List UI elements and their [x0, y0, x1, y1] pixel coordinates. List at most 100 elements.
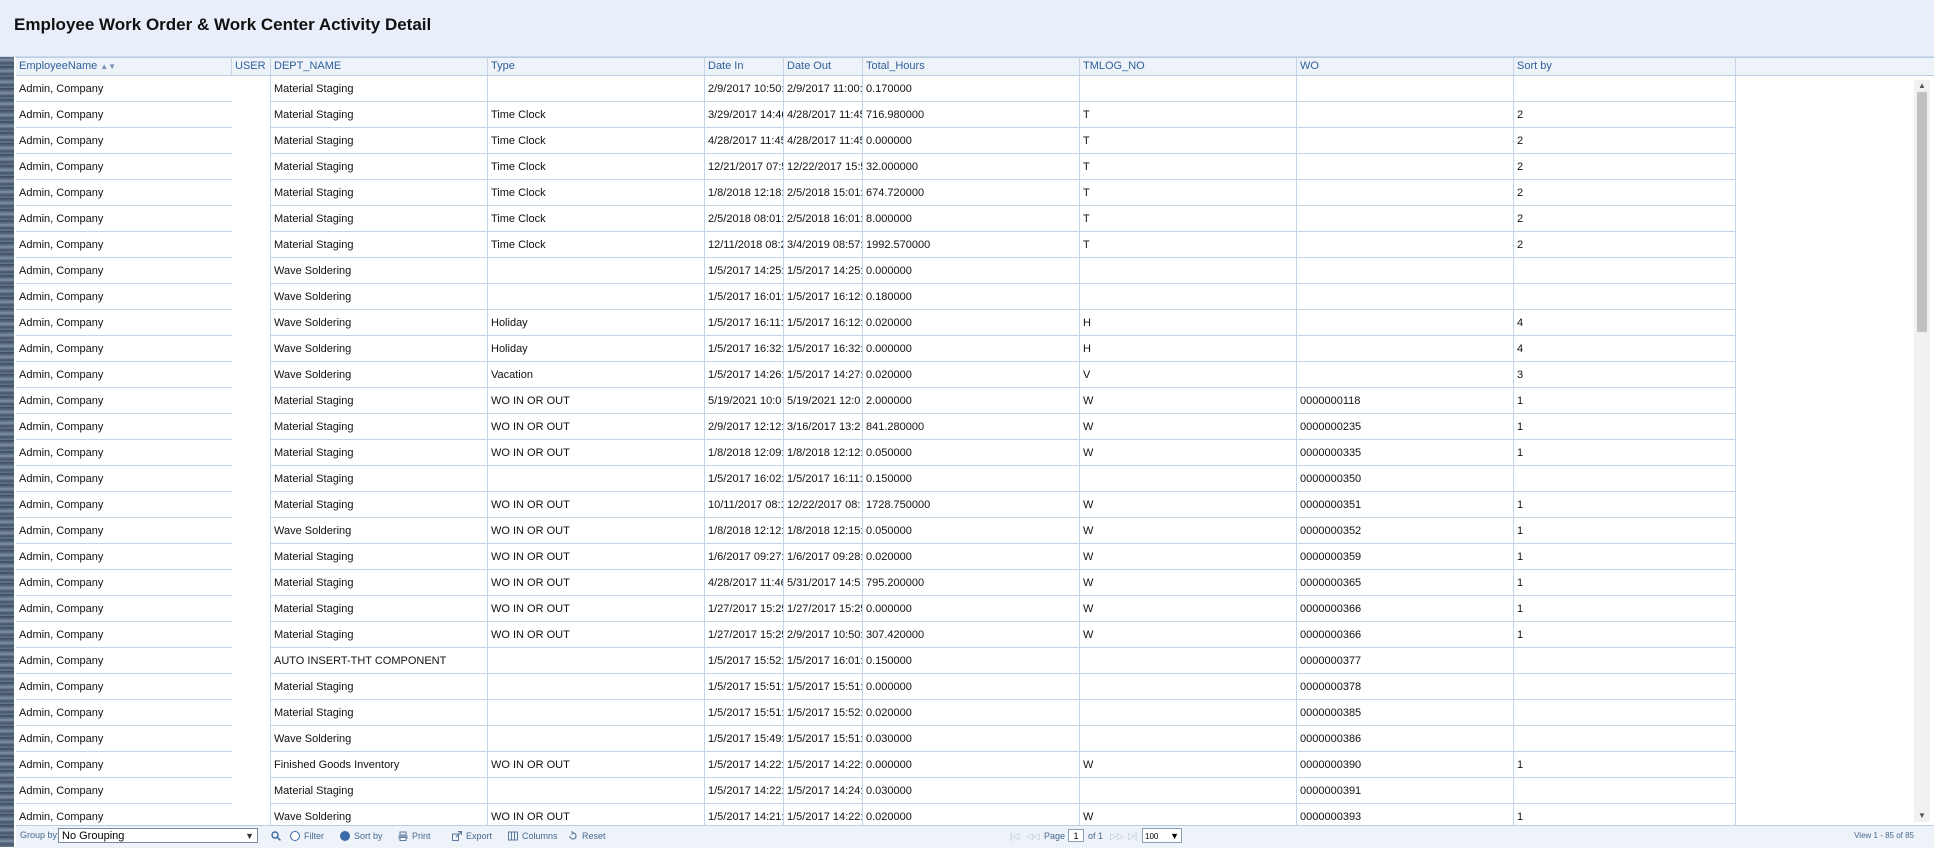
- cell-type: [488, 648, 705, 674]
- cell-employee-name: Admin, Company: [16, 726, 232, 752]
- table-row[interactable]: Admin, Company Wave Soldering WO IN OR OUT…: [16, 804, 1736, 826]
- cell-type: WO IN OR OUT: [488, 492, 705, 518]
- next-page-icon[interactable]: ▷▷: [1110, 831, 1124, 842]
- table-row[interactable]: Admin, Company Material Staging 1/5/2017 1…: [16, 778, 1736, 804]
- page-number-input[interactable]: 1: [1068, 829, 1084, 842]
- cell-sort-by: 2: [1514, 154, 1736, 180]
- cell-wo: 0000000235: [1297, 414, 1514, 440]
- cell-employee-name: Admin, Company: [16, 232, 232, 258]
- cell-total-hours: 0.000000: [863, 674, 1080, 700]
- table-row[interactable]: Admin, Company Material Staging Time Clock…: [16, 154, 1736, 180]
- cell-type: WO IN OR OUT: [488, 388, 705, 414]
- column-header-dept-name[interactable]: DEPT_NAME: [271, 58, 488, 75]
- cell-date-out: 12/22/2017 15:5: [784, 154, 863, 180]
- filter-button[interactable]: Filter: [290, 831, 324, 841]
- table-row[interactable]: Admin, Company Material Staging Time Clock…: [16, 128, 1736, 154]
- cell-tmlog-no: W: [1080, 388, 1297, 414]
- cell-wo: 0000000118: [1297, 388, 1514, 414]
- cell-tmlog-no: W: [1080, 544, 1297, 570]
- column-header-wo[interactable]: WO: [1297, 58, 1514, 75]
- cell-sort-by: 1: [1514, 804, 1736, 826]
- cell-date-out: 1/5/2017 16:11:: [784, 466, 863, 492]
- column-header-date-in[interactable]: Date In: [705, 58, 784, 75]
- table-row[interactable]: Admin, Company Material Staging Time Clock…: [16, 206, 1736, 232]
- scroll-up-icon[interactable]: ▲: [1914, 80, 1930, 92]
- table-row[interactable]: Admin, Company AUTO INSERT-THT COMPONENT 1…: [16, 648, 1736, 674]
- cell-type: [488, 778, 705, 804]
- cell-tmlog-no: W: [1080, 440, 1297, 466]
- table-row[interactable]: Admin, Company Material Staging WO IN OR O…: [16, 596, 1736, 622]
- table-row[interactable]: Admin, Company Wave Soldering Holiday 1/5/2…: [16, 310, 1736, 336]
- table-row[interactable]: Admin, Company Material Staging WO IN OR O…: [16, 570, 1736, 596]
- cell-total-hours: 0.170000: [863, 76, 1080, 102]
- table-row[interactable]: Admin, Company Wave Soldering Holiday 1/5/2…: [16, 336, 1736, 362]
- cell-tmlog-no: [1080, 284, 1297, 310]
- cell-employee-name: Admin, Company: [16, 544, 232, 570]
- column-header-type[interactable]: Type: [488, 58, 705, 75]
- cell-tmlog-no: T: [1080, 206, 1297, 232]
- cell-employee-name: Admin, Company: [16, 336, 232, 362]
- table-row[interactable]: Admin, Company Material Staging 2/9/2017 1…: [16, 76, 1736, 102]
- table-row[interactable]: Admin, Company Material Staging WO IN OR O…: [16, 492, 1736, 518]
- cell-sort-by: 1: [1514, 570, 1736, 596]
- table-row[interactable]: Admin, Company Material Staging 1/5/2017 1…: [16, 700, 1736, 726]
- column-header-user[interactable]: USER: [232, 58, 271, 75]
- table-row[interactable]: Admin, Company Material Staging WO IN OR O…: [16, 440, 1736, 466]
- cell-type: [488, 284, 705, 310]
- cell-type: Time Clock: [488, 180, 705, 206]
- last-page-icon[interactable]: ▷|: [1128, 831, 1137, 842]
- reset-button[interactable]: Reset: [568, 831, 606, 841]
- cell-type: [488, 700, 705, 726]
- view-record-info: View 1 - 85 of 85: [1854, 831, 1914, 840]
- group-by-label: Group by:: [20, 830, 60, 840]
- table-row[interactable]: Admin, Company Material Staging Time Clock…: [16, 232, 1736, 258]
- table-row[interactable]: Admin, Company Material Staging Time Clock…: [16, 180, 1736, 206]
- cell-dept-name: Material Staging: [271, 778, 488, 804]
- table-row[interactable]: Admin, Company Finished Goods Inventory WO…: [16, 752, 1736, 778]
- table-row[interactable]: Admin, Company Wave Soldering 1/5/2017 16:…: [16, 284, 1736, 310]
- group-by-select[interactable]: No Grouping ▼: [58, 828, 258, 843]
- column-header-total-hours[interactable]: Total_Hours: [863, 58, 1080, 75]
- search-icon: [271, 831, 281, 841]
- export-button[interactable]: Export: [452, 830, 492, 841]
- first-page-icon[interactable]: |◁: [1010, 831, 1019, 842]
- cell-wo: [1297, 310, 1514, 336]
- search-button[interactable]: [271, 831, 285, 841]
- cell-date-in: 1/5/2017 14:22:: [705, 752, 784, 778]
- cell-date-in: 1/8/2018 12:09:: [705, 440, 784, 466]
- rows-per-page-select[interactable]: 100 ▼: [1142, 828, 1182, 843]
- table-row[interactable]: Admin, Company Material Staging WO IN OR O…: [16, 388, 1736, 414]
- sort-by-button[interactable]: Sort by: [340, 831, 383, 841]
- table-row[interactable]: Admin, Company Wave Soldering 1/5/2017 15:…: [16, 726, 1736, 752]
- scroll-down-icon[interactable]: ▼: [1914, 810, 1930, 822]
- print-button[interactable]: Print: [398, 831, 431, 841]
- cell-dept-name: Material Staging: [271, 596, 488, 622]
- cell-tmlog-no: T: [1080, 154, 1297, 180]
- cell-wo: 0000000393: [1297, 804, 1514, 826]
- table-row[interactable]: Admin, Company Material Staging WO IN OR O…: [16, 622, 1736, 648]
- table-row[interactable]: Admin, Company Wave Soldering Vacation 1/5/…: [16, 362, 1736, 388]
- column-header-tmlog-no[interactable]: TMLOG_NO: [1080, 58, 1297, 75]
- column-header-employeename[interactable]: EmployeeName ▲▼: [16, 58, 232, 75]
- cell-total-hours: 0.180000: [863, 284, 1080, 310]
- cell-date-out: 1/5/2017 16:12:: [784, 284, 863, 310]
- table-row[interactable]: Admin, Company Wave Soldering WO IN OR OUT…: [16, 518, 1736, 544]
- column-header-date-out[interactable]: Date Out: [784, 58, 863, 75]
- table-row[interactable]: Admin, Company Material Staging Time Clock…: [16, 102, 1736, 128]
- cell-total-hours: 8.000000: [863, 206, 1080, 232]
- export-icon: [452, 830, 463, 841]
- scroll-thumb[interactable]: [1917, 92, 1927, 332]
- vertical-scrollbar[interactable]: ▲ ▼: [1914, 80, 1930, 822]
- cell-dept-name: Wave Soldering: [271, 336, 488, 362]
- cell-date-out: 1/27/2017 15:25: [784, 596, 863, 622]
- cell-total-hours: 0.000000: [863, 258, 1080, 284]
- table-row[interactable]: Admin, Company Material Staging 1/5/2017 1…: [16, 674, 1736, 700]
- column-header-sort-by[interactable]: Sort by: [1514, 58, 1736, 75]
- table-row[interactable]: Admin, Company Material Staging WO IN OR O…: [16, 544, 1736, 570]
- table-row[interactable]: Admin, Company Wave Soldering 1/5/2017 14:…: [16, 258, 1736, 284]
- table-row[interactable]: Admin, Company Material Staging 1/5/2017 1…: [16, 466, 1736, 492]
- cell-date-out: 1/6/2017 09:28:: [784, 544, 863, 570]
- prev-page-icon[interactable]: ◁◁: [1026, 831, 1040, 842]
- table-row[interactable]: Admin, Company Material Staging WO IN OR O…: [16, 414, 1736, 440]
- columns-button[interactable]: Columns: [508, 831, 558, 841]
